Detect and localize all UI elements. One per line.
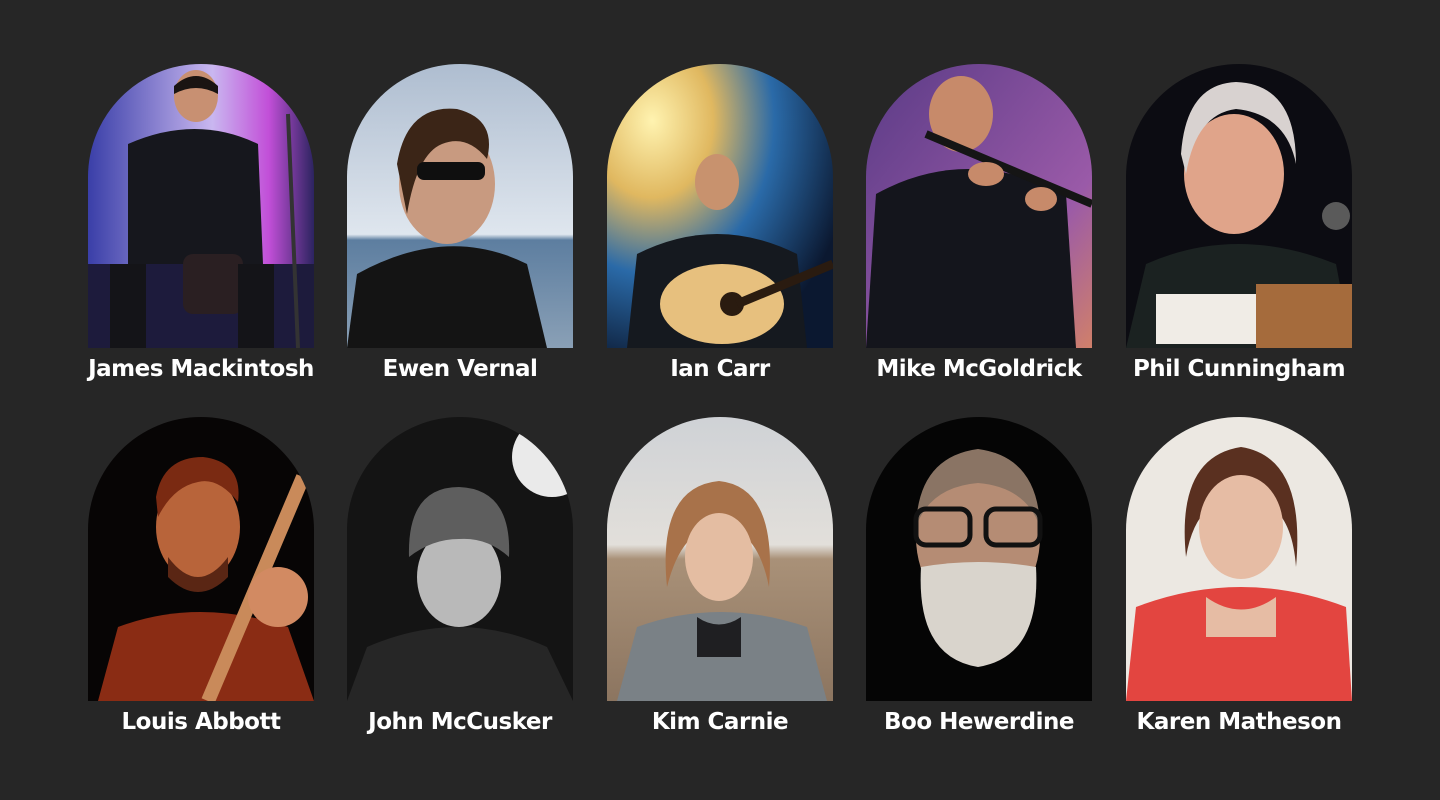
performer-card: Phil Cunningham bbox=[1126, 64, 1352, 382]
accordion-player-photo-art bbox=[1126, 64, 1352, 348]
windswept-portrait-photo bbox=[607, 417, 833, 701]
red-top-portrait-photo-art bbox=[1126, 417, 1352, 701]
performer-card: Mike McGoldrick bbox=[866, 64, 1092, 382]
performer-card: Kim Carnie bbox=[607, 417, 833, 735]
performer-card: Ewen Vernal bbox=[347, 64, 573, 382]
performer-name: John McCusker bbox=[368, 709, 552, 735]
performer-card: Ian Carr bbox=[607, 64, 833, 382]
performer-card: Karen Matheson bbox=[1126, 417, 1352, 735]
beanie-portrait-photo-art bbox=[347, 417, 573, 701]
performer-card: Louis Abbott bbox=[88, 417, 314, 735]
guitarist-photo bbox=[607, 64, 833, 348]
red-top-portrait-photo bbox=[1126, 417, 1352, 701]
bearded-portrait-photo bbox=[866, 417, 1092, 701]
guitarist-red-light-photo-art bbox=[88, 417, 314, 701]
performer-name: Boo Hewerdine bbox=[884, 709, 1075, 735]
accordion-player-photo bbox=[1126, 64, 1352, 348]
windswept-portrait-photo-art bbox=[607, 417, 833, 701]
guitarist-red-light-photo bbox=[88, 417, 314, 701]
flute-player-photo bbox=[866, 64, 1092, 348]
performer-name: Mike McGoldrick bbox=[876, 356, 1082, 382]
performer-name: Karen Matheson bbox=[1136, 709, 1342, 735]
performer-lineup: James Mackintosh Ewen Vernal Ian Carr Mi… bbox=[0, 0, 1440, 800]
drummer-photo bbox=[88, 64, 314, 348]
sunglasses-portrait-photo bbox=[347, 64, 573, 348]
performer-card: Boo Hewerdine bbox=[866, 417, 1092, 735]
drummer-photo-art bbox=[88, 64, 314, 348]
bearded-portrait-photo-art bbox=[866, 417, 1092, 701]
sunglasses-portrait-photo-art bbox=[347, 64, 573, 348]
flute-player-photo-art bbox=[866, 64, 1092, 348]
guitarist-photo-art bbox=[607, 64, 833, 348]
performer-name: Kim Carnie bbox=[651, 709, 789, 735]
performer-name: Louis Abbott bbox=[121, 709, 281, 735]
performer-card: James Mackintosh bbox=[88, 64, 314, 382]
performer-name: Ian Carr bbox=[670, 356, 770, 382]
performer-name: James Mackintosh bbox=[88, 356, 314, 382]
performer-name: Ewen Vernal bbox=[382, 356, 538, 382]
beanie-portrait-photo bbox=[347, 417, 573, 701]
performer-card: John McCusker bbox=[347, 417, 573, 735]
performer-name: Phil Cunningham bbox=[1132, 356, 1346, 382]
